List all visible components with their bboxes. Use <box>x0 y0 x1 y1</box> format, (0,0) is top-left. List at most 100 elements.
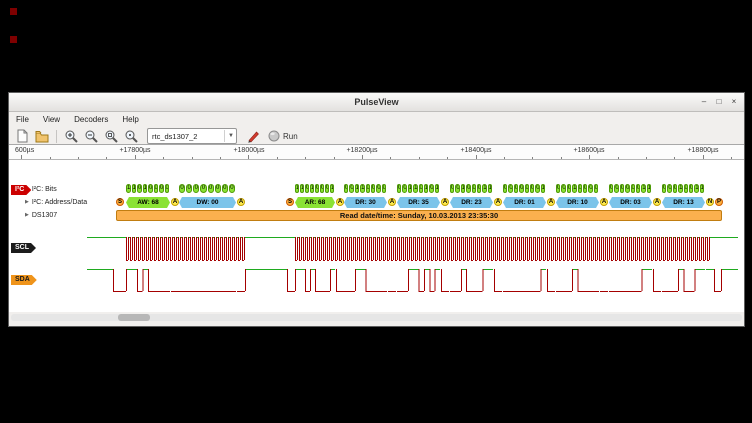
menu-item-file[interactable]: File <box>9 113 36 126</box>
i2c-byte-annotation: DR: 10 <box>556 197 599 208</box>
i2c-bit-annotation: 0 <box>472 184 476 193</box>
expand-arrow-icon[interactable]: ▶ <box>25 199 29 205</box>
menu-item-help[interactable]: Help <box>115 113 145 126</box>
i2c-bit-annotation: 0 <box>636 184 640 193</box>
desktop-backdrop: { "window": { "title": "PulseView", "min… <box>0 0 752 423</box>
red-square-artifact <box>10 36 17 43</box>
time-ruler[interactable]: 600µs+17800µs+18000µs+18200µs+18400µs+18… <box>9 145 744 160</box>
i2c-bit-annotation: 0 <box>514 184 518 193</box>
i2c-bit-annotation: 1 <box>126 184 131 193</box>
ds1307-summary-annotation: Read date/time: Sunday, 10.03.2013 23:35… <box>116 210 722 221</box>
scl-channel-tag[interactable]: SCL <box>11 243 36 253</box>
i2c-start-annotation: S <box>116 198 124 206</box>
probe-pen-button[interactable] <box>244 128 262 144</box>
i2c-bit-annotation: 0 <box>525 184 529 193</box>
i2c-bit-annotation: 0 <box>402 184 406 193</box>
run-button[interactable]: Run <box>264 128 302 144</box>
zoom-in-icon <box>64 129 78 143</box>
i2c-bit-annotation: 0 <box>349 184 353 193</box>
i2c-bit-annotation: 0 <box>450 184 454 193</box>
i2c-bit-annotation: 1 <box>360 184 364 193</box>
horizontal-scrollbar[interactable] <box>11 314 742 321</box>
i2c-bit-annotation: 0 <box>229 184 235 193</box>
menubar: File View Decoders Help <box>9 112 744 127</box>
menu-item-view[interactable]: View <box>36 113 67 126</box>
ruler-minor-tick <box>561 157 562 159</box>
titlebar[interactable]: PulseView – □ × <box>9 93 744 112</box>
i2c-bit-annotation: 0 <box>429 184 433 193</box>
ruler-minor-tick <box>646 157 647 159</box>
i2c-byte-annotation: DR: 01 <box>503 197 546 208</box>
zoom-one-to-one-button[interactable] <box>122 128 140 144</box>
i2c-bit-annotation: 0 <box>620 184 624 193</box>
i2c-bit-annotation: 0 <box>609 184 613 193</box>
i2c-bit-annotation: 1 <box>641 184 645 193</box>
ruler-minor-tick <box>50 157 51 159</box>
ruler-minor-tick <box>447 157 448 159</box>
chevron-down-icon: ▼ <box>224 130 234 142</box>
zoom-fit-button[interactable] <box>102 128 120 144</box>
i2c-bit-annotation: 1 <box>295 184 299 193</box>
i2c-ack-annotation: A <box>388 198 396 206</box>
ruler-minor-tick <box>78 157 79 159</box>
sda-channel-tag[interactable]: SDA <box>11 275 37 285</box>
zoom-fit-icon <box>104 129 118 143</box>
scrollbar-thumb[interactable] <box>118 314 150 321</box>
i2c-bit-annotation: 1 <box>694 184 698 193</box>
i2c-bit-annotation: 0 <box>667 184 671 193</box>
decoder-row-address-data[interactable]: ▶ I²C: Address/Data <box>25 197 87 207</box>
menu-item-decoders[interactable]: Decoders <box>67 113 115 126</box>
i2c-bit-annotation: 0 <box>200 184 206 193</box>
i2c-bit-annotation: 0 <box>530 184 534 193</box>
new-session-button[interactable] <box>13 128 31 144</box>
minimize-button[interactable]: – <box>698 96 710 108</box>
i2c-bit-annotation: 0 <box>208 184 214 193</box>
device-select[interactable]: rtc_ds1307_2 ▼ <box>147 128 237 144</box>
decoder-row-ds1307[interactable]: ▶ DS1307 <box>25 210 57 220</box>
i2c-bit-annotation: 0 <box>673 184 677 193</box>
ruler-minor-tick <box>248 155 249 159</box>
i2c-bit-annotation: 1 <box>572 184 576 193</box>
ruler-minor-tick <box>305 157 306 159</box>
ruler-minor-tick <box>731 157 732 159</box>
i2c-bit-annotation: 1 <box>355 184 359 193</box>
i2c-bit-annotation: 0 <box>594 184 598 193</box>
document-icon <box>16 129 29 143</box>
i2c-bit-annotation: 0 <box>662 184 666 193</box>
i2c-ack-annotation: A <box>547 198 555 206</box>
i2c-bit-annotation: 0 <box>159 184 164 193</box>
ruler-tick-label: +17800µs <box>119 147 150 154</box>
ruler-tick-label: +18800µs <box>687 147 718 154</box>
maximize-button[interactable]: □ <box>713 96 725 108</box>
decoder-row-ds1307-label: DS1307 <box>32 212 57 219</box>
zoom-out-button[interactable] <box>82 128 100 144</box>
open-session-button[interactable] <box>33 128 51 144</box>
i2c-bit-annotation: 0 <box>508 184 512 193</box>
i2c-bit-annotation: 1 <box>300 184 304 193</box>
i2c-bit-annotation: 1 <box>132 184 137 193</box>
i2c-bit-annotation: 0 <box>315 184 319 193</box>
ruler-minor-tick <box>618 157 619 159</box>
i2c-bit-annotation: 0 <box>684 184 688 193</box>
window-title: PulseView <box>354 97 398 107</box>
ruler-tick-label: +18000µs <box>233 147 264 154</box>
i2c-ack-annotation: A <box>336 198 344 206</box>
i2c-byte-annotation: DR: 03 <box>609 197 652 208</box>
expand-arrow-icon[interactable]: ▶ <box>25 212 29 218</box>
i2c-byte-annotation: DR: 23 <box>450 197 493 208</box>
zoom-in-button[interactable] <box>62 128 80 144</box>
close-button[interactable]: × <box>728 96 740 108</box>
i2c-ack-annotation: A <box>441 198 449 206</box>
ruler-minor-tick <box>21 155 22 159</box>
i2c-bit-annotation: 0 <box>305 184 309 193</box>
i2c-bit-annotation: 1 <box>647 184 651 193</box>
i2c-bit-annotation: 0 <box>588 184 592 193</box>
ruler-tick-label: +18200µs <box>346 147 377 154</box>
i2c-bit-annotation: 1 <box>424 184 428 193</box>
ruler-minor-tick <box>277 157 278 159</box>
i2c-bit-annotation: 0 <box>397 184 401 193</box>
ruler-minor-tick <box>589 155 590 159</box>
trace-view[interactable]: 600µs+17800µs+18000µs+18200µs+18400µs+18… <box>9 144 744 312</box>
i2c-bit-annotation: 1 <box>310 184 314 193</box>
i2c-bit-annotation: 0 <box>179 184 185 193</box>
